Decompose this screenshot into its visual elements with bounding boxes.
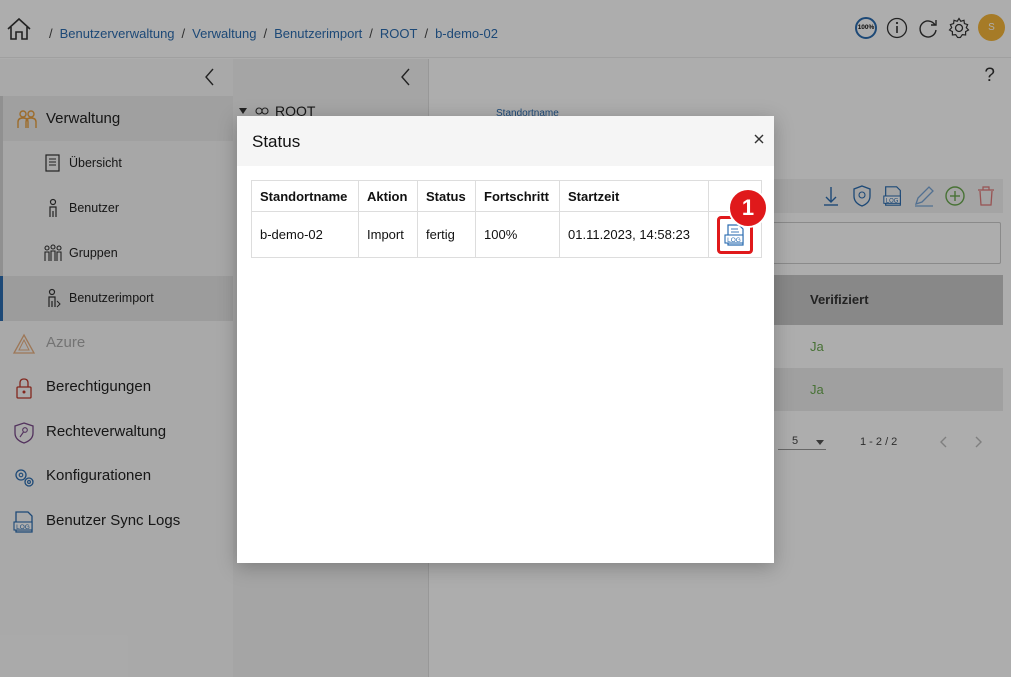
close-icon[interactable] [752,132,766,146]
table-header-row: Standortname Aktion Status Fortschritt S… [251,180,762,212]
status-cell: fertig [417,211,476,258]
dialog-header: Status [237,116,774,166]
status-table: Standortname Aktion Status Fortschritt S… [251,180,762,258]
column-header: Fortschritt [475,180,560,212]
column-header: Standortname [251,180,359,212]
column-header: Startzeit [559,180,709,212]
dialog-title: Status [252,132,301,151]
column-header: Aktion [358,180,418,212]
fortschritt-cell: 100% [475,211,560,258]
column-header: Status [417,180,476,212]
standortname-cell: b-demo-02 [251,211,359,258]
svg-text:LOG: LOG [727,237,741,244]
status-dialog: Status Standortname Aktion Status Fortsc… [237,116,774,563]
aktion-cell: Import [358,211,418,258]
step-badge: 1 [728,188,768,228]
startzeit-cell: 01.11.2023, 14:58:23 [559,211,709,258]
table-row: b-demo-02 Import fertig 100% 01.11.2023,… [251,211,762,258]
